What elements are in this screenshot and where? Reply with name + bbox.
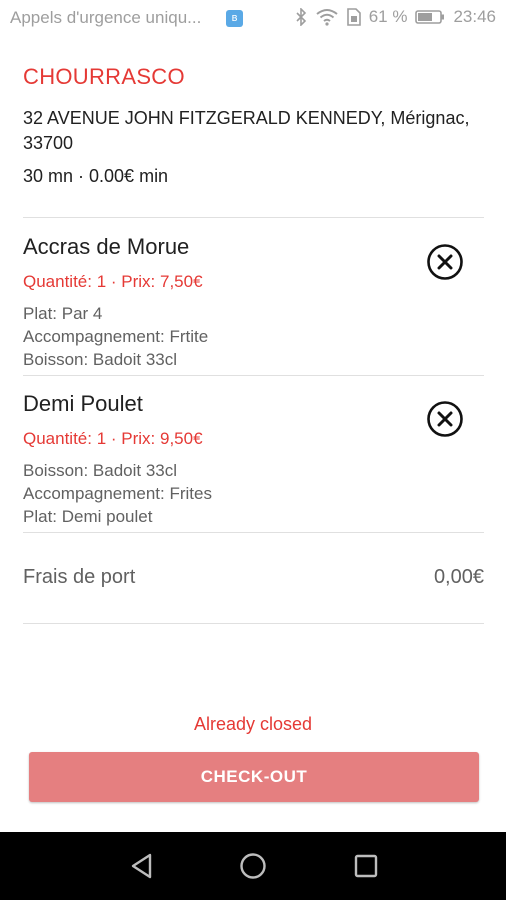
delivery-info: 30 mn · 0.00€ min [23, 166, 169, 186]
item-quantity-price: Quantité: 1 · Prix: 9,50€ [23, 429, 203, 448]
item-options: Boisson: Badoit 33cl Accompagnement: Fri… [23, 459, 212, 528]
wifi-icon [316, 9, 338, 26]
item-quantity-price: Quantité: 1 · Prix: 7,50€ [23, 272, 203, 291]
cart-screen: CHOURRASCO 32 AVENUE JOHN FITZGERALD KEN… [0, 34, 506, 832]
item-option: Accompagnement: Frtite [23, 327, 209, 346]
restaurant-name: CHOURRASCO [23, 64, 185, 89]
cart-item: Demi Poulet Quantité: 1 · Prix: 9,50€ Bo… [0, 391, 506, 531]
divider [23, 623, 484, 624]
remove-item-button[interactable] [425, 399, 465, 439]
remove-item-button[interactable] [425, 242, 465, 282]
cart-item: Accras de Morue Quantité: 1 · Prix: 7,50… [0, 234, 506, 374]
battery-percent: 61 % [368, 7, 408, 26]
item-name: Demi Poulet [23, 391, 143, 416]
back-button[interactable] [126, 850, 158, 882]
navigation-bar [0, 832, 506, 900]
shipping-label: Frais de port [23, 566, 136, 588]
restaurant-address: 32 AVENUE JOHN FITZGERALD KENNEDY, Mérig… [23, 108, 470, 153]
item-option: Accompagnement: Frites [23, 484, 212, 503]
home-button[interactable] [237, 850, 269, 882]
status-icons: 61 % 23:46 [295, 6, 496, 28]
shipping-value: 0,00€ [433, 566, 484, 588]
recents-square-icon [354, 854, 378, 878]
back-triangle-icon [131, 853, 152, 879]
bluetooth-notification-icon: ʙ [226, 10, 243, 27]
recents-button[interactable] [350, 850, 382, 882]
battery-icon [415, 10, 445, 24]
checkout-button[interactable]: CHECK-OUT [29, 752, 479, 802]
home-circle-icon [240, 853, 266, 879]
item-name: Accras de Morue [23, 234, 190, 259]
item-option: Boisson: Badoit 33cl [23, 461, 178, 480]
divider [23, 217, 484, 218]
item-options: Plat: Par 4 Accompagnement: Frtite Boiss… [23, 302, 208, 371]
remove-circle-x-icon [427, 244, 463, 280]
bluetooth-icon [296, 8, 306, 26]
item-option: Plat: Demi poulet [23, 507, 153, 526]
notification-text: Appels d'urgence uniqu... [10, 8, 202, 27]
sim-icon [346, 8, 361, 26]
remove-circle-x-icon [427, 401, 463, 437]
clock: 23:46 [453, 7, 496, 26]
divider [23, 375, 484, 376]
item-option: Boisson: Badoit 33cl [23, 350, 178, 369]
closed-message: Already closed [193, 714, 313, 734]
divider [23, 532, 484, 533]
status-bar: Appels d'urgence uniqu... ʙ 61 % 23:46 [0, 0, 506, 34]
item-option: Plat: Par 4 [23, 304, 103, 323]
